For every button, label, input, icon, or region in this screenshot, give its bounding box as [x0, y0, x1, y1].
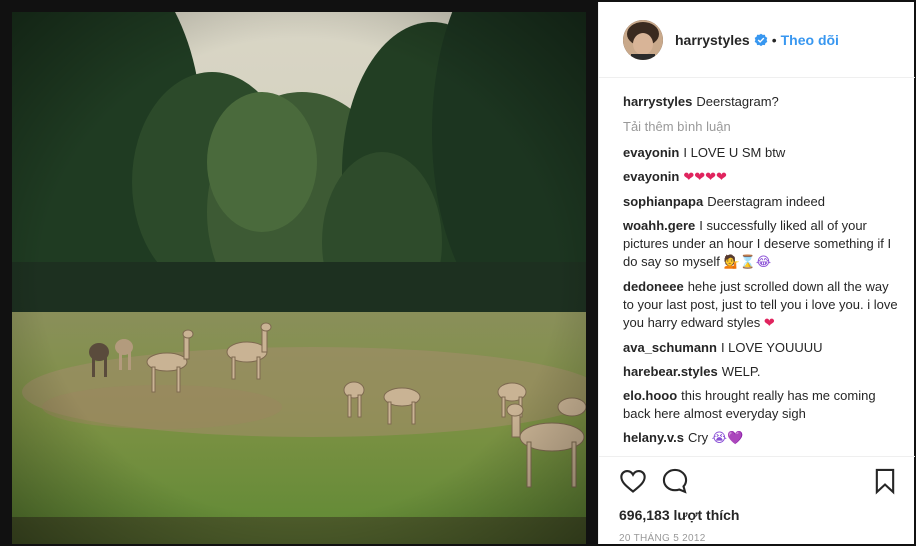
post-actions: 696,183 lượt thích 20 THÁNG 5 2012 — [599, 456, 915, 544]
heart-emoji-icon: ❤ — [763, 316, 775, 331]
post-date[interactable]: 20 THÁNG 5 2012 — [619, 533, 899, 544]
comment-item: woahh.gere I successfully liked all of yo… — [623, 217, 899, 272]
follow-button[interactable]: Theo dõi — [781, 32, 839, 48]
comment-username[interactable]: evayonin — [623, 169, 679, 184]
comment-text: I LOVE U SM btw — [683, 145, 786, 160]
action-icons — [619, 465, 899, 497]
comment-username[interactable]: woahh.gere — [623, 218, 695, 233]
comment-item: elo.hooo this hrought really has me comin… — [623, 387, 899, 423]
caption-username[interactable]: harrystyles — [623, 94, 692, 109]
post-side-panel: harrystyles • Theo dõi harrystyles Deerst… — [598, 2, 915, 544]
like-count[interactable]: 696,183 lượt thích — [619, 507, 899, 523]
post-header: harrystyles • Theo dõi — [599, 2, 915, 78]
comment-item: helany.v.s Cry 😭💜 — [623, 429, 899, 448]
comment-item: evayonin ❤❤❤❤ — [623, 168, 899, 187]
post-caption: harrystyles Deerstagram? — [623, 93, 899, 111]
comment-username[interactable]: helany.v.s — [623, 430, 684, 445]
post-modal: harrystyles • Theo dõi harrystyles Deerst… — [0, 0, 916, 546]
comment-username[interactable]: elo.hooo — [623, 388, 677, 403]
comment-username[interactable]: dedoneee — [623, 279, 684, 294]
verified-badge-icon — [754, 33, 768, 46]
comment-text: Cry — [687, 430, 709, 445]
avatar[interactable] — [623, 19, 663, 60]
speech-bubble-icon[interactable] — [661, 467, 689, 495]
emoji-icon: 💁⌛😂 — [723, 255, 772, 270]
comment-item: harebear.styles WELP. — [623, 363, 899, 381]
post-photo[interactable] — [12, 12, 586, 544]
heart-emoji-icon: ❤❤❤❤ — [683, 170, 727, 185]
comment-username[interactable]: ava_schumann — [623, 340, 717, 355]
avatar-image — [623, 19, 663, 60]
comment-item: dedoneee hehe just scrolled down all the … — [623, 278, 899, 333]
comment-username[interactable]: evayonin — [623, 145, 679, 160]
caption-text: Deerstagram? — [696, 94, 779, 109]
comment-item: ava_schumann I LOVE YOUUUU — [623, 339, 899, 357]
comment-text: WELP. — [721, 364, 761, 379]
heart-icon[interactable] — [619, 467, 647, 495]
load-more-comments-button[interactable]: Tải thêm bình luận — [623, 119, 899, 134]
comment-username[interactable]: harebear.styles — [623, 364, 718, 379]
header-username[interactable]: harrystyles — [675, 32, 750, 48]
bookmark-icon[interactable] — [871, 467, 899, 495]
comment-text: Deerstagram indeed — [707, 194, 825, 209]
comment-item: sophianpapa Deerstagram indeed — [623, 193, 899, 211]
header-separator: • — [771, 31, 777, 48]
comments-list[interactable]: harrystyles Deerstagram? Tải thêm bình lu… — [599, 79, 915, 456]
emoji-icon: 😭💜 — [711, 431, 744, 446]
comment-item: evayonin I LOVE U SM btw — [623, 144, 899, 162]
deer-park-image — [12, 12, 586, 544]
comment-username[interactable]: sophianpapa — [623, 194, 703, 209]
comment-text: I LOVE YOUUUU — [720, 340, 823, 355]
